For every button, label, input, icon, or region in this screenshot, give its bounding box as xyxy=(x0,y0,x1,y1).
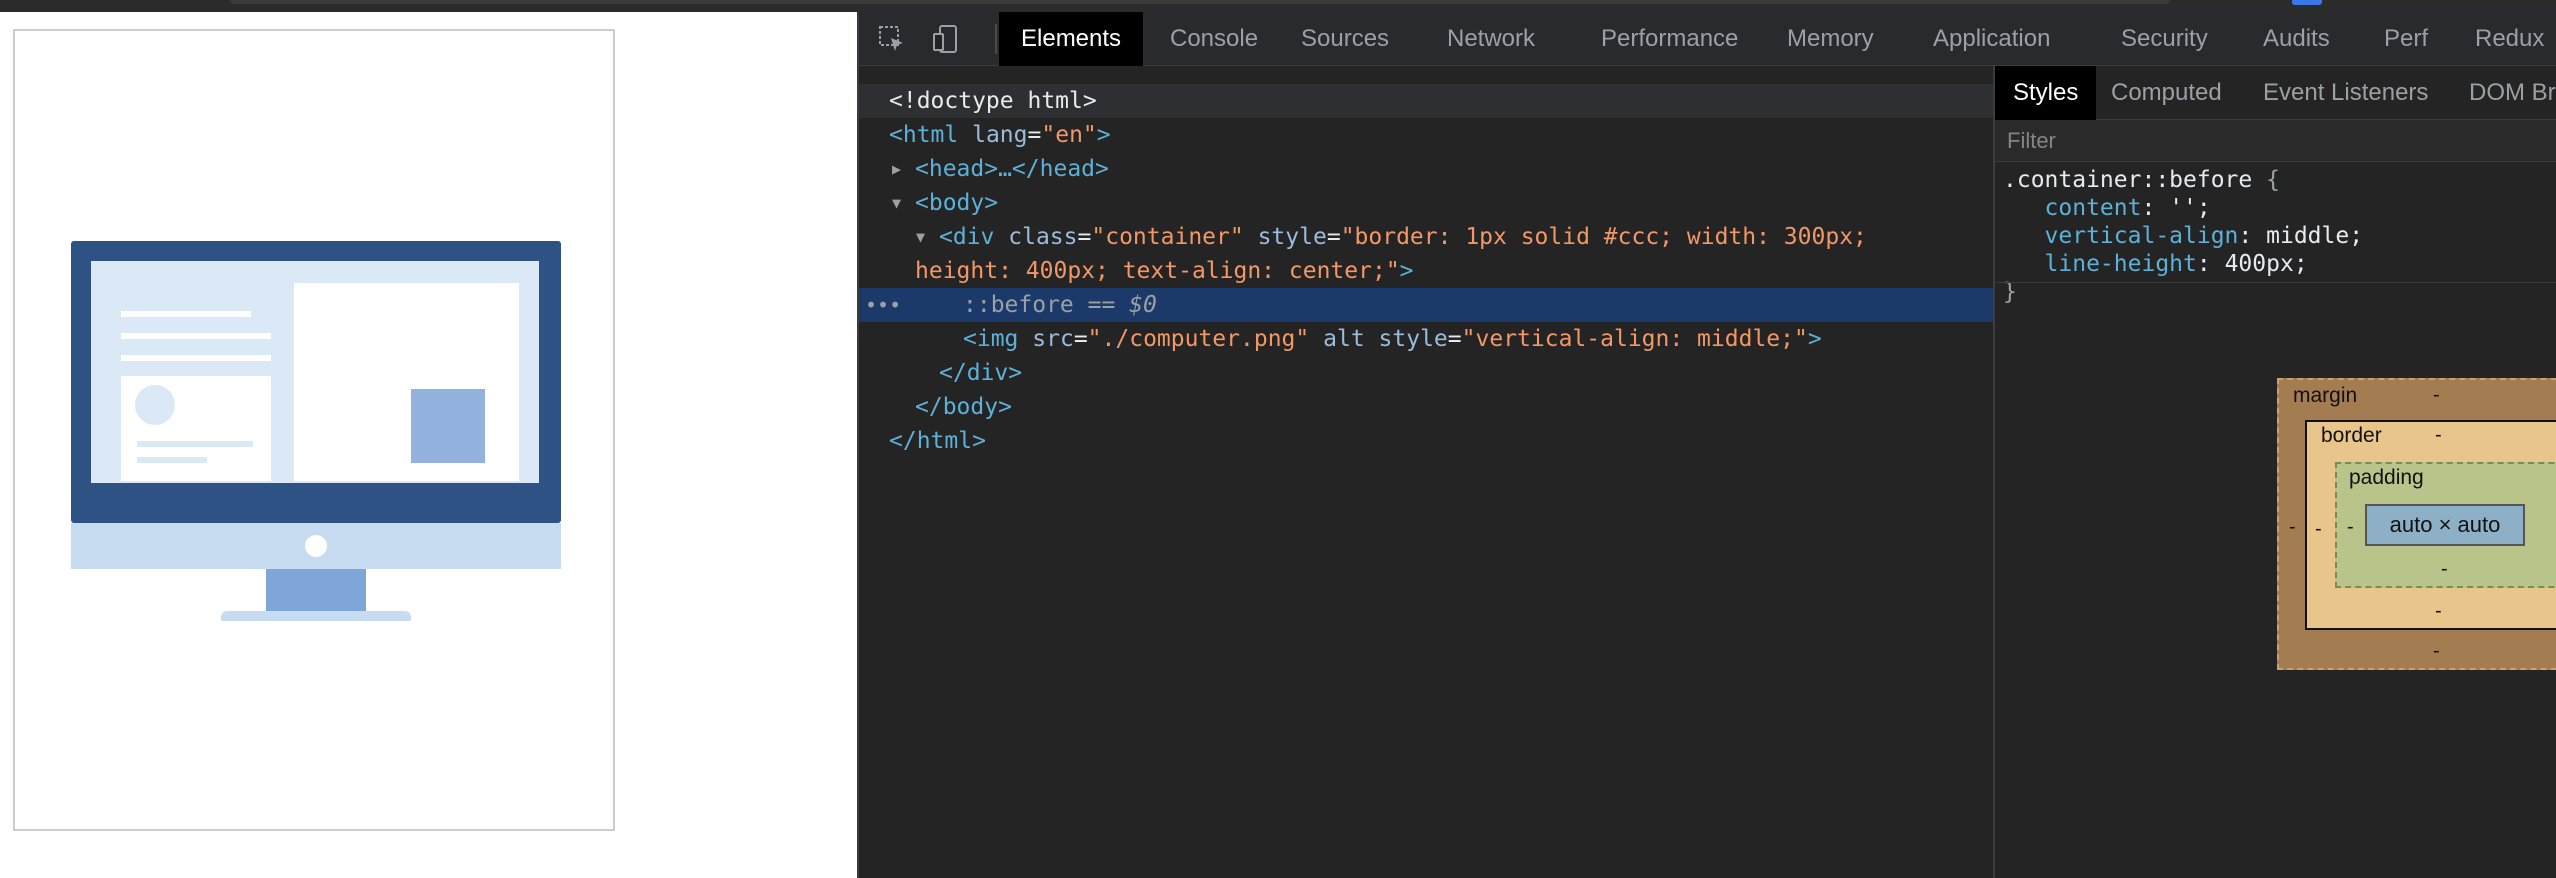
padding-bottom-value[interactable]: - xyxy=(2441,558,2448,581)
border-label: border xyxy=(2321,424,2382,447)
border-bottom-value[interactable]: - xyxy=(2435,600,2442,623)
dom-line-head[interactable]: ▶ <head>…</head> xyxy=(859,152,1993,186)
selected-marker: == $0 xyxy=(1087,292,1157,318)
inspect-element-icon[interactable] xyxy=(877,24,907,54)
img-style-attr: style xyxy=(1378,326,1448,352)
page-viewport xyxy=(0,12,857,878)
html-close: </html> xyxy=(889,428,986,454)
div-class-attr: class xyxy=(1008,224,1078,250)
box-model-border[interactable]: border - - - padding - - - auto × auto xyxy=(2305,420,2556,630)
decl-value-content[interactable]: ''; xyxy=(2169,195,2211,221)
dom-line-div-wrap[interactable]: height: 400px; text-align: center;"> xyxy=(859,254,1993,288)
container-box xyxy=(13,29,615,831)
padding-label: padding xyxy=(2349,466,2424,489)
devtools-panel: Elements Console Sources Network Perform… xyxy=(857,12,2556,878)
more-options-icon[interactable]: ••• xyxy=(865,288,901,322)
margin-left-value[interactable]: - xyxy=(2289,516,2296,539)
decl-prop-line-height[interactable]: line-height xyxy=(2045,251,2197,277)
dom-line-div-close[interactable]: </div> xyxy=(859,356,1993,390)
padding-left-value[interactable]: - xyxy=(2347,516,2354,539)
body-open: <body> xyxy=(915,190,999,216)
collapse-arrow-icon[interactable]: ▼ xyxy=(916,220,925,254)
styles-filter-input[interactable]: Filter xyxy=(1995,120,2556,162)
doctype-text: <!doctype html> xyxy=(889,88,1097,114)
tab-audits[interactable]: Audits xyxy=(2241,12,2352,66)
div-style-attr: style xyxy=(1257,224,1327,250)
dom-line-before-selected[interactable]: •••::before == $0 xyxy=(859,288,1993,322)
tab-perf[interactable]: Perf xyxy=(2362,12,2450,66)
html-tag: html xyxy=(902,122,959,148)
tab-security[interactable]: Security xyxy=(2099,12,2230,66)
tab-network[interactable]: Network xyxy=(1425,12,1557,66)
dom-line-body-close[interactable]: </body> xyxy=(859,390,1993,424)
html-attr-value: en xyxy=(1055,122,1083,148)
img-src-attr: src xyxy=(1032,326,1074,352)
div-style-value-2: height: 400px; text-align: center; xyxy=(915,258,1386,284)
collapse-arrow-icon[interactable]: ▼ xyxy=(892,186,901,220)
decl-value-line-height[interactable]: 400px; xyxy=(2225,251,2308,277)
tab-dom-breakpoints[interactable]: DOM Br xyxy=(2451,66,2556,120)
tab-redux[interactable]: Redux xyxy=(2453,12,2556,66)
decl-value-vertical-align[interactable]: middle; xyxy=(2266,223,2363,249)
img-tag: img xyxy=(976,326,1019,352)
tab-performance[interactable]: Performance xyxy=(1579,12,1760,66)
tab-computed[interactable]: Computed xyxy=(2093,66,2240,120)
margin-top-value[interactable]: - xyxy=(2433,384,2440,407)
styles-sidebar: Styles Computed Event Listeners DOM Br F… xyxy=(1993,66,2556,878)
img-alt-attr: alt xyxy=(1323,326,1365,352)
css-rule: .container::before { content: ''; vertic… xyxy=(2003,167,2364,305)
html-attr: lang xyxy=(972,122,1028,148)
box-model-padding[interactable]: padding - - - auto × auto xyxy=(2335,462,2556,588)
body-close: </body> xyxy=(915,394,1012,420)
decl-prop-vertical-align[interactable]: vertical-align xyxy=(2045,223,2239,249)
div-class-value: container xyxy=(1105,224,1230,250)
computer-illustration xyxy=(71,241,561,621)
devtools-tabbar: Elements Console Sources Network Perform… xyxy=(859,12,2556,66)
pseudo-element: ::before xyxy=(963,292,1074,318)
dom-line-div[interactable]: ▼ <div class="container" style="border: 1… xyxy=(859,220,1993,254)
border-top-value[interactable]: - xyxy=(2435,424,2442,447)
box-model-content[interactable]: auto × auto xyxy=(2365,504,2525,546)
sidebar-tabs: Styles Computed Event Listeners DOM Br xyxy=(1995,66,2556,120)
rule-selector[interactable]: .container::before xyxy=(2003,167,2252,193)
dom-line-doctype[interactable]: <!doctype html> xyxy=(859,84,1993,118)
decl-prop-content[interactable]: content xyxy=(2045,195,2142,221)
margin-label: margin xyxy=(2293,384,2358,407)
div-tag: div xyxy=(952,224,995,250)
div-style-value-1: border: 1px solid #ccc; width: 300px; xyxy=(1354,224,1867,250)
tab-memory[interactable]: Memory xyxy=(1765,12,1896,66)
toolbar-divider xyxy=(995,24,997,54)
margin-bottom-value[interactable]: - xyxy=(2433,640,2440,663)
active-indicator xyxy=(2292,0,2322,5)
tab-styles[interactable]: Styles xyxy=(1995,66,2097,120)
device-toolbar-icon[interactable] xyxy=(931,24,961,54)
tab-sources[interactable]: Sources xyxy=(1279,12,1411,66)
browser-top-strip xyxy=(0,0,2556,12)
rule-divider xyxy=(1995,282,2556,283)
tab-event-listeners[interactable]: Event Listeners xyxy=(2245,66,2446,120)
dom-line-html-close[interactable]: </html> xyxy=(859,424,1993,458)
head-collapsed: <head>…</head> xyxy=(915,156,1109,182)
dom-line-body[interactable]: ▼ <body> xyxy=(859,186,1993,220)
img-src-link[interactable]: ./computer.png xyxy=(1102,326,1296,352)
div-close: </div> xyxy=(939,360,1023,386)
expand-arrow-icon[interactable]: ▶ xyxy=(892,152,901,186)
tab-application[interactable]: Application xyxy=(1911,12,2072,66)
dom-tree: <!doctype html> <html lang="en"> ▶ <head>… xyxy=(859,66,1993,878)
tab-console[interactable]: Console xyxy=(1148,12,1280,66)
border-left-value[interactable]: - xyxy=(2315,518,2322,541)
img-style-value: vertical-align: middle; xyxy=(1475,326,1795,352)
dom-line-html[interactable]: <html lang="en"> xyxy=(859,118,1993,152)
box-model-margin[interactable]: margin - - - border - - - padding - - - … xyxy=(2277,378,2556,670)
tab-elements[interactable]: Elements xyxy=(999,12,1144,66)
tab-strip xyxy=(230,0,2170,4)
dom-line-img[interactable]: <img src="./computer.png" alt style="ver… xyxy=(859,322,1993,356)
